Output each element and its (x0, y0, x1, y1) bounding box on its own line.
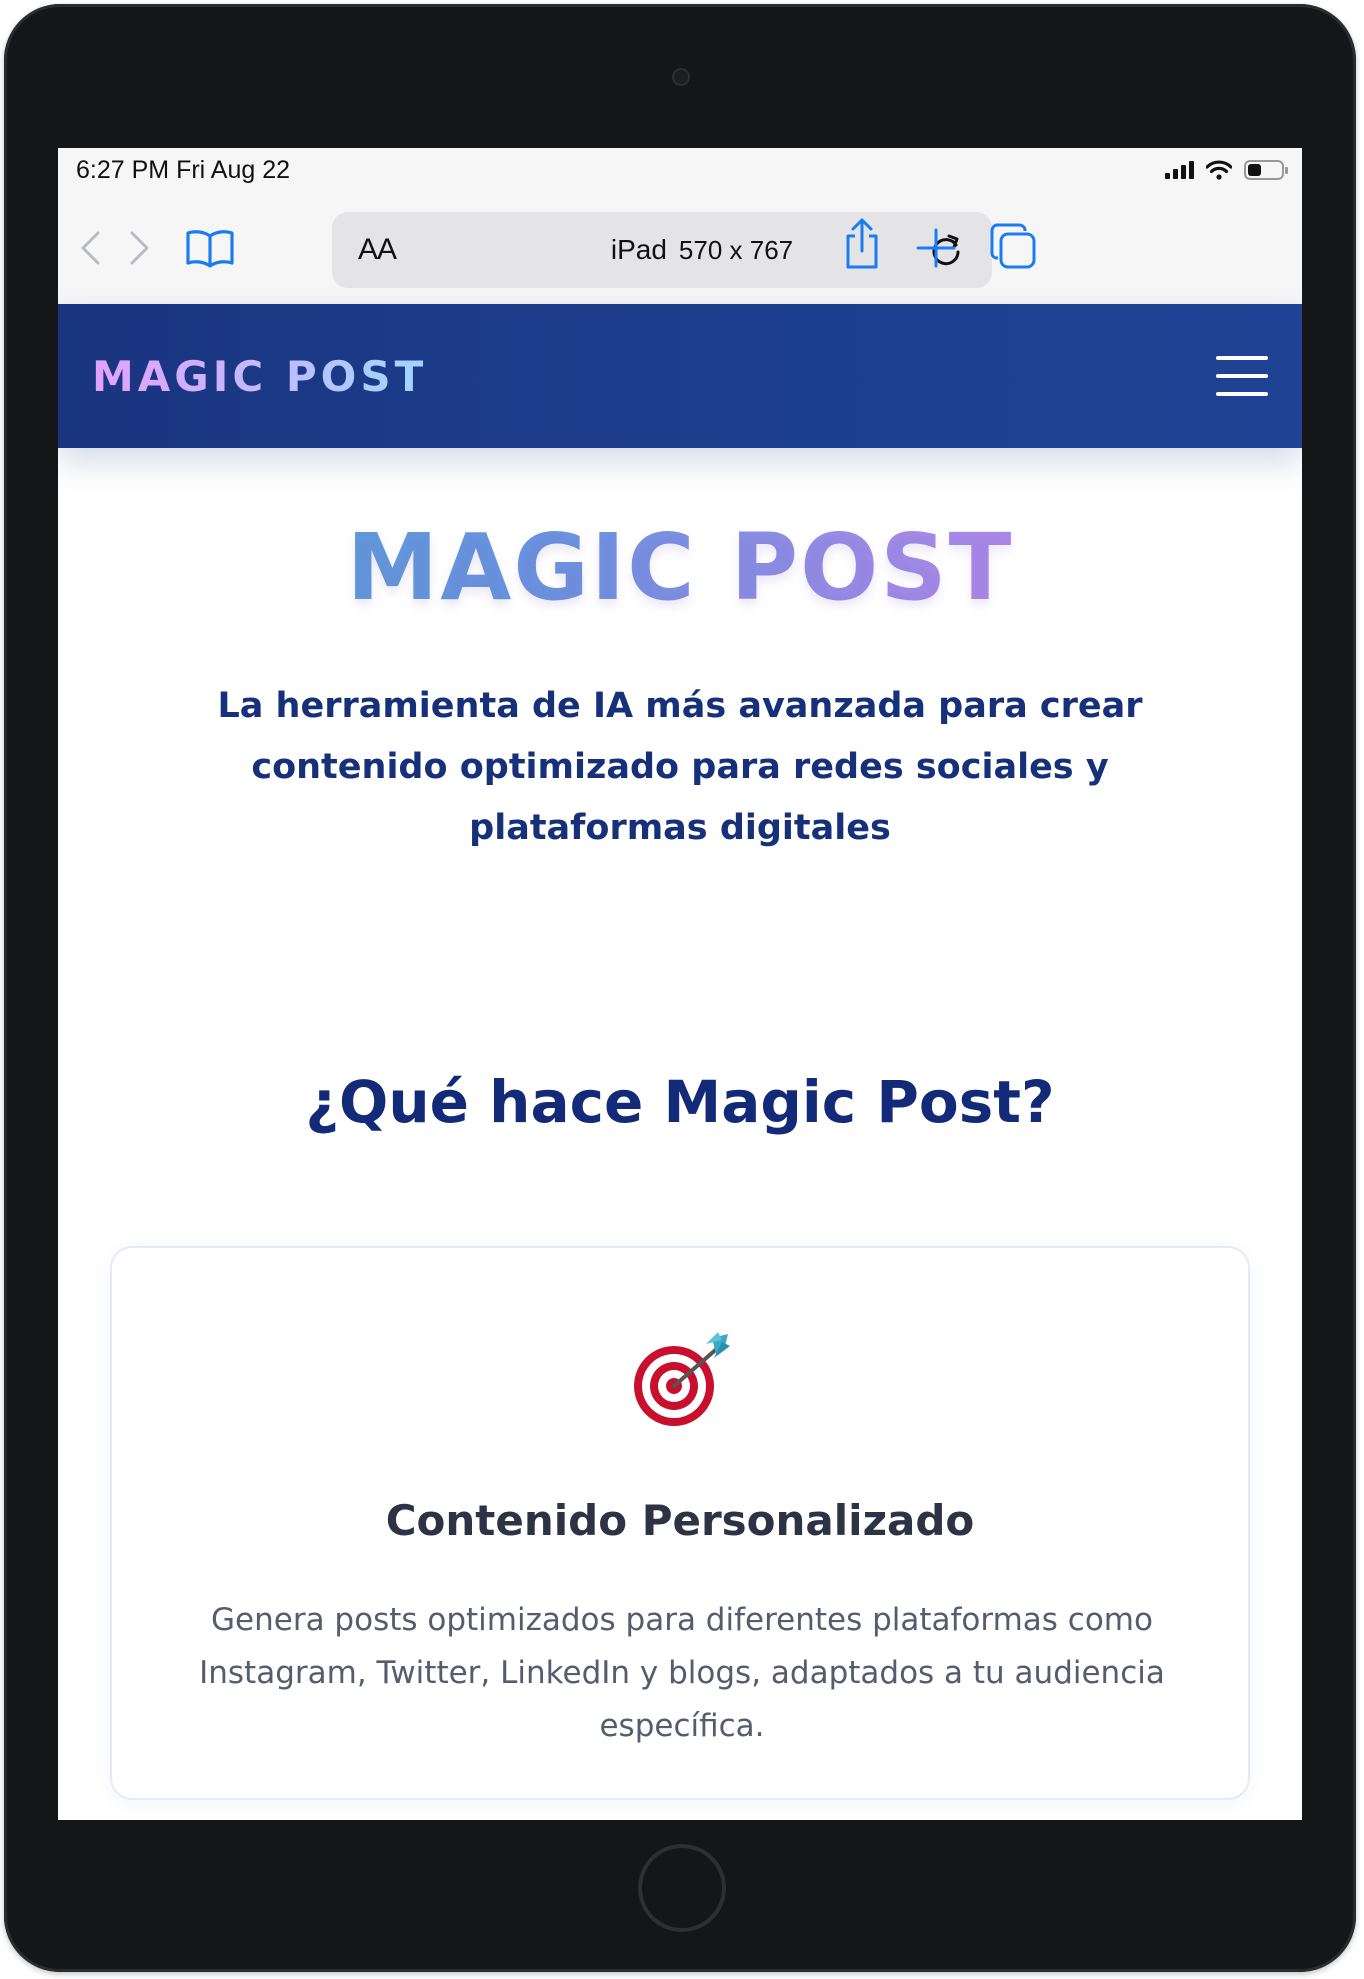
share-button[interactable] (838, 212, 886, 276)
cellular-signal-icon (1165, 161, 1194, 179)
hero-subtitle: La herramienta de IA más avanzada para c… (217, 686, 1143, 848)
ipad-frame: 6:27 PM Fri Aug 22 AA iPad 570 x 767 MAG… (4, 4, 1356, 1972)
feature-description: Genera posts optimizados para diferentes… (199, 1602, 1165, 1744)
tabs-overview-button[interactable] (984, 216, 1042, 276)
battery-icon (1244, 160, 1288, 180)
hero-title: MAGIC POST (58, 514, 1302, 621)
status-bar: 6:27 PM Fri Aug 22 (58, 148, 1302, 192)
front-camera (672, 68, 690, 86)
device-label: iPad (610, 234, 667, 265)
book-icon (186, 230, 234, 268)
address-bar[interactable]: AA iPad 570 x 767 (332, 212, 992, 288)
chevron-left-icon (81, 231, 100, 265)
tabs-icon (990, 223, 1036, 269)
browser-toolbar: AA iPad 570 x 767 (58, 192, 1302, 304)
home-button[interactable] (638, 1844, 726, 1932)
wifi-icon (1206, 160, 1232, 180)
menu-line (1216, 392, 1268, 396)
menu-line (1216, 356, 1268, 360)
hamburger-menu-button[interactable] (1216, 356, 1268, 396)
status-clock: 6:27 PM Fri Aug 22 (76, 156, 1165, 185)
site-header: MAGIC POST (58, 304, 1302, 448)
new-tab-button[interactable] (910, 218, 962, 278)
bookmarks-button[interactable] (180, 220, 240, 276)
text-size-label: AA (358, 233, 397, 266)
feature-card: Contenido Personalizado Genera posts opt… (110, 1246, 1250, 1800)
status-icons (1165, 160, 1288, 180)
viewport-size: 570 x 767 (678, 235, 794, 265)
status-time: 6:27 PM (76, 155, 170, 184)
plus-icon (916, 228, 956, 268)
share-icon (846, 218, 878, 269)
menu-line (1216, 374, 1268, 378)
battery-level (1248, 164, 1261, 176)
chevron-right-icon (130, 231, 149, 265)
target-dart-icon (634, 1332, 730, 1426)
forward-button[interactable] (120, 224, 160, 272)
brand-logo[interactable]: MAGIC POST (92, 352, 427, 401)
ipad-screen: 6:27 PM Fri Aug 22 AA iPad 570 x 767 MAG… (58, 148, 1302, 1820)
text-size-button[interactable]: AA (358, 233, 478, 267)
section-title: ¿Qué hace Magic Post? (305, 1068, 1055, 1136)
status-date: Fri Aug 22 (176, 155, 291, 184)
feature-title: Contenido Personalizado (385, 1496, 975, 1545)
back-button[interactable] (70, 224, 110, 272)
